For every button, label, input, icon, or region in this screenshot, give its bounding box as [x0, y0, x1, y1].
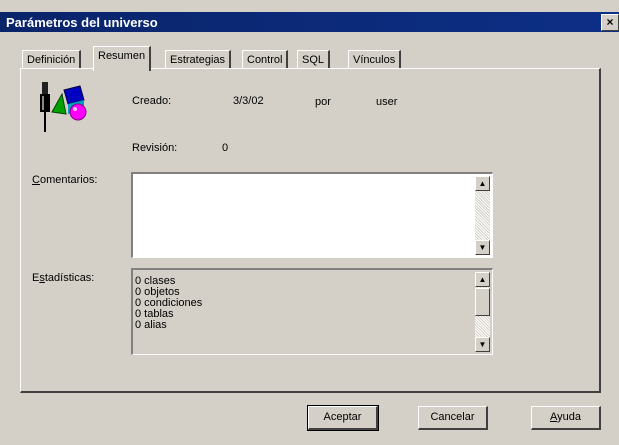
cancel-label: Cancelar [430, 411, 475, 423]
scroll-down-button[interactable]: ▼ [475, 337, 490, 352]
scroll-up-button[interactable]: ▲ [475, 272, 490, 287]
arrow-down-icon: ▼ [478, 340, 487, 349]
revision-label: Revisión: [132, 142, 178, 154]
window-title: Parámetros del universo [6, 15, 158, 30]
scroll-down-button[interactable]: ▼ [475, 240, 490, 255]
revision-value: 0 [222, 142, 229, 154]
tab-label: Vínculos [353, 54, 396, 66]
arrow-up-icon: ▲ [478, 179, 487, 188]
help-button[interactable]: Ayuda [531, 406, 601, 430]
accept-label: Aceptar [323, 411, 362, 423]
tab-label: Resumen [98, 50, 146, 62]
tab-resumen[interactable]: Resumen [93, 46, 152, 71]
stats-list: 0 clases 0 objetos 0 condiciones 0 tabla… [135, 276, 202, 331]
author-value: user [376, 96, 398, 108]
scroll-thumb[interactable] [475, 288, 490, 316]
tab-control[interactable]: Control [242, 50, 289, 69]
comments-label: Comentarios: [32, 174, 98, 186]
comments-textarea[interactable]: ▲ ▼ [131, 172, 493, 258]
arrow-down-icon: ▼ [478, 243, 487, 252]
tab-definicion[interactable]: Definición [22, 50, 82, 69]
cancel-button[interactable]: Cancelar [418, 406, 488, 430]
created-label: Creado: [132, 95, 172, 107]
created-date: 3/3/02 [233, 95, 264, 107]
universe-shapes-icon [40, 82, 87, 132]
close-icon: × [606, 15, 614, 29]
comments-scrollbar[interactable]: ▲ ▼ [475, 176, 490, 255]
title-bar[interactable]: Parámetros del universo × [0, 12, 619, 32]
accept-button[interactable]: Aceptar [307, 405, 379, 431]
tab-estrategias[interactable]: Estrategias [165, 50, 232, 69]
tab-label: Control [247, 54, 283, 66]
tab-vinculos[interactable]: Vínculos [348, 50, 402, 69]
stats-scrollbar[interactable]: ▲ ▼ [475, 272, 490, 352]
scroll-up-button[interactable]: ▲ [475, 176, 490, 191]
tab-label: SQL [302, 54, 325, 66]
dialog-window: Parámetros del universo × Definición Res… [0, 0, 619, 445]
arrow-up-icon: ▲ [478, 275, 487, 284]
stats-label: Estadísticas: [32, 272, 95, 284]
tab-sql[interactable]: SQL [297, 50, 331, 69]
stats-listbox[interactable]: 0 clases 0 objetos 0 condiciones 0 tabla… [131, 268, 493, 355]
tab-label: Definición [27, 54, 76, 66]
close-button[interactable]: × [601, 14, 619, 31]
list-item: 0 alias [135, 319, 167, 331]
by-label: por [315, 96, 331, 108]
tab-label: Estrategias [170, 54, 226, 66]
